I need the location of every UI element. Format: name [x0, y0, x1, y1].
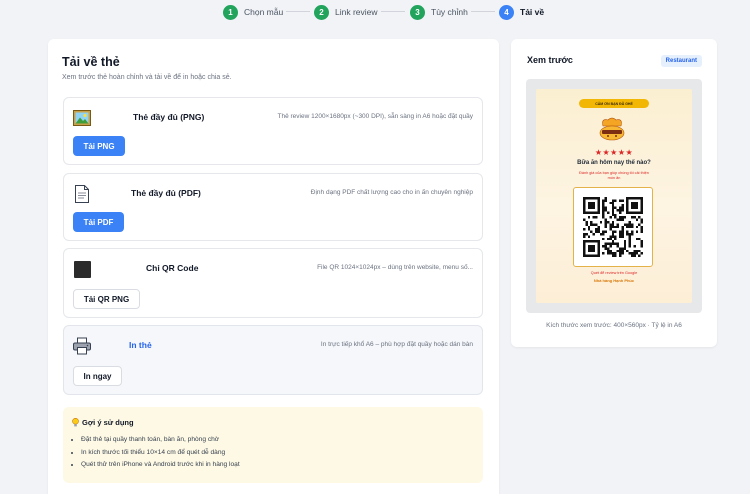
- image-icon: [73, 109, 91, 127]
- rating-stars: ★★★★★: [594, 148, 634, 157]
- step-number: 4: [499, 4, 514, 20]
- preview-panel: Xem trước Restaurant CẢM ƠN BẠN ĐÃ GHÉ ★…: [511, 39, 717, 347]
- step-label: Link review: [335, 7, 378, 17]
- option-name: Thẻ đầy đủ (PNG): [133, 112, 205, 122]
- download-pdf-button[interactable]: Tải PDF: [73, 212, 124, 232]
- option-description: File QR 1024×1024px – dùng trên website,…: [317, 264, 473, 271]
- option-pdf: Thẻ đầy đủ (PDF) Định dạng PDF chất lượn…: [63, 173, 483, 241]
- step-connector: [381, 11, 405, 12]
- card-subtitle: Đánh giá của bạn giúp chúng tôi cải thiệ…: [579, 171, 649, 180]
- card-scan-text: Quét để review trên Google: [590, 271, 638, 275]
- list-item: In kích thước tối thiểu 10×14 cm để quét…: [81, 447, 240, 460]
- qr-code: [573, 187, 653, 267]
- option-name: Thẻ đầy đủ (PDF): [131, 188, 201, 198]
- step-label: Tùy chỉnh: [431, 7, 468, 17]
- card-brand: Nhà hàng Hạnh Phúc: [593, 278, 635, 283]
- document-icon: [73, 185, 91, 203]
- download-panel: Tải về thẻ Xem trước thẻ hoàn chỉnh và t…: [48, 39, 499, 494]
- tips-list: Đặt thẻ tại quầy thanh toán, bàn ăn, phò…: [81, 434, 240, 472]
- step-connector: [471, 11, 495, 12]
- step-number: 2: [314, 4, 329, 20]
- download-png-button[interactable]: Tải PNG: [73, 136, 125, 156]
- download-qr-button[interactable]: Tải QR PNG: [73, 289, 140, 309]
- step-3[interactable]: 3 Tùy chỉnh: [410, 4, 468, 20]
- step-label: Tải về: [520, 7, 545, 17]
- option-name: Chỉ QR Code: [146, 263, 199, 273]
- printer-icon: [73, 337, 91, 355]
- page-title: Tải về thẻ: [62, 55, 120, 69]
- step-2[interactable]: 2 Link review: [314, 4, 378, 20]
- progress-stepper: 1 Chọn mẫu 2 Link review 3 Tùy chỉnh 4 T…: [0, 4, 750, 20]
- page-subtitle: Xem trước thẻ hoàn chỉnh và tải về để in…: [62, 74, 232, 81]
- list-item: Quét thử trên iPhone và Android trước kh…: [81, 459, 240, 472]
- option-name: In thẻ: [129, 340, 152, 350]
- tips-title: Gợi ý sử dụng: [82, 418, 134, 427]
- preview-frame: CẢM ƠN BẠN ĐÃ GHÉ ★★★★★ Bữa ăn hôm nay t…: [526, 79, 702, 313]
- step-number: 1: [223, 4, 238, 20]
- print-now-button[interactable]: In ngay: [73, 366, 122, 386]
- qr-square-icon: [73, 260, 91, 278]
- step-number: 3: [410, 4, 425, 20]
- option-print: In thẻ In trực tiếp khổ A6 – phù hợp đặt…: [63, 325, 483, 395]
- option-description: Định dạng PDF chất lượng cao cho in ấn c…: [310, 189, 473, 196]
- card-pill: CẢM ƠN BẠN ĐÃ GHÉ: [579, 99, 649, 108]
- card-question: Bữa ăn hôm nay thế nào?: [577, 160, 651, 166]
- qr-code-icon: [583, 197, 643, 257]
- list-item: Đặt thẻ tại quầy thanh toán, bàn ăn, phò…: [81, 434, 240, 447]
- step-1[interactable]: 1 Chọn mẫu: [223, 4, 283, 20]
- preview-title: Xem trước: [527, 55, 573, 65]
- option-description: In trực tiếp khổ A6 – phù hợp đặt quầy h…: [320, 341, 473, 348]
- lightbulb-icon: [72, 417, 79, 427]
- usage-tips: Gợi ý sử dụng Đặt thẻ tại quầy thanh toá…: [63, 407, 483, 483]
- preview-caption: Kích thước xem trước: 400×560px · Tỷ lệ …: [546, 322, 682, 329]
- option-png: Thẻ đầy đủ (PNG) Thẻ review 1200×1680px …: [63, 97, 483, 165]
- tips-heading: Gợi ý sử dụng: [72, 417, 134, 427]
- step-label: Chọn mẫu: [244, 7, 284, 17]
- option-qr: Chỉ QR Code File QR 1024×1024px – dùng t…: [63, 248, 483, 318]
- restaurant-logo-icon: [597, 116, 627, 142]
- step-connector: [286, 11, 310, 12]
- option-description: Thẻ review 1200×1680px (~300 DPI), sẵn s…: [277, 113, 474, 120]
- card-preview: CẢM ƠN BẠN ĐÃ GHÉ ★★★★★ Bữa ăn hôm nay t…: [536, 89, 692, 303]
- step-4[interactable]: 4 Tải về: [499, 4, 544, 20]
- category-badge: Restaurant: [660, 55, 702, 67]
